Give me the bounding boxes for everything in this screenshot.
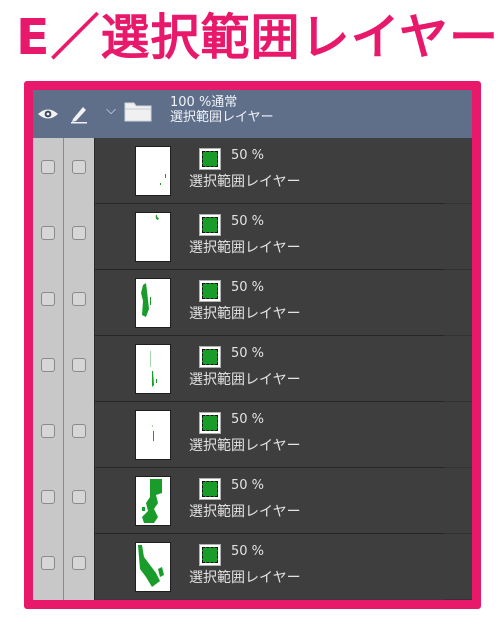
- layer-row[interactable]: 50 % 選択範囲レイヤー: [33, 468, 472, 534]
- layer-row[interactable]: 50 % 選択範囲レイヤー: [33, 402, 472, 468]
- layer-name: 選択範囲レイヤー: [189, 306, 301, 322]
- visibility-header[interactable]: [33, 90, 63, 138]
- page-title: E／選択範囲レイヤー: [16, 9, 500, 66]
- thumbnail-image: [142, 479, 162, 523]
- selection-layer-icon: [199, 214, 221, 236]
- visibility-checkbox[interactable]: [41, 424, 55, 438]
- lock-checkbox[interactable]: [72, 160, 86, 174]
- layer-thumbnail: [135, 410, 171, 460]
- visibility-checkbox[interactable]: [41, 160, 55, 174]
- visibility-checkbox[interactable]: [41, 490, 55, 504]
- layer-opacity: 50 %: [231, 544, 265, 559]
- layer-name: 選択範囲レイヤー: [189, 570, 301, 586]
- visibility-checkbox[interactable]: [41, 358, 55, 372]
- layer-opacity: 50 %: [231, 346, 265, 361]
- visibility-checkbox[interactable]: [41, 226, 55, 240]
- layer-thumbnail: [135, 344, 171, 394]
- folder-info: 100 %通常 選択範囲レイヤー: [170, 95, 274, 125]
- layer-name: 選択範囲レイヤー: [189, 372, 301, 388]
- selection-layer-icon: [199, 544, 221, 566]
- folder-opacity-blend: 100 %通常: [170, 95, 238, 110]
- layer-row[interactable]: 50 % 選択範囲レイヤー: [33, 336, 472, 402]
- selection-layer-icon: [199, 148, 221, 170]
- layer-thumbnail: [135, 542, 171, 592]
- layer-row[interactable]: 50 % 選択範囲レイヤー: [33, 138, 472, 204]
- lock-checkbox[interactable]: [72, 424, 86, 438]
- selection-layer-icon: [199, 478, 221, 500]
- lock-checkbox[interactable]: [72, 358, 86, 372]
- visibility-checkbox[interactable]: [41, 556, 55, 570]
- layer-thumbnail: [135, 278, 171, 328]
- layer-name: 選択範囲レイヤー: [189, 240, 301, 256]
- layer-row[interactable]: 50 % 選択範囲レイヤー: [33, 204, 472, 270]
- selection-layer-icon: [199, 280, 221, 302]
- layer-opacity: 50 %: [231, 478, 265, 493]
- layer-panel: ⌵ 100 %通常 選択範囲レイヤー 50 % 選択範囲レイヤー 50 % 選択…: [33, 90, 472, 600]
- layer-opacity: 50 %: [231, 280, 265, 295]
- thumbnail-image: [160, 174, 166, 185]
- layer-opacity: 50 %: [231, 148, 265, 163]
- thumbnail-image: [152, 425, 154, 441]
- eye-icon: [38, 109, 58, 119]
- layer-thumbnail: [135, 476, 171, 526]
- layer-thumbnail: [135, 146, 171, 196]
- thumbnail-image: [150, 351, 157, 387]
- layer-thumbnail: [135, 212, 171, 262]
- layer-row[interactable]: 50 % 選択範囲レイヤー: [33, 534, 472, 600]
- lock-header[interactable]: [64, 90, 94, 138]
- lock-checkbox[interactable]: [72, 226, 86, 240]
- lock-checkbox[interactable]: [72, 292, 86, 306]
- lock-checkbox[interactable]: [72, 490, 86, 504]
- layer-row[interactable]: 50 % 選択範囲レイヤー: [33, 270, 472, 336]
- visibility-checkbox[interactable]: [41, 292, 55, 306]
- layer-panel-frame: ⌵ 100 %通常 選択範囲レイヤー 50 % 選択範囲レイヤー 50 % 選択…: [24, 81, 481, 609]
- thumbnail-image: [155, 215, 159, 220]
- layer-name: 選択範囲レイヤー: [189, 504, 301, 520]
- chevron-down-icon[interactable]: ⌵: [103, 101, 119, 121]
- folder-name: 選択範囲レイヤー: [170, 110, 274, 125]
- pen-icon: [71, 107, 87, 124]
- layer-opacity: 50 %: [231, 412, 265, 427]
- lock-checkbox[interactable]: [72, 556, 86, 570]
- thumbnail-image: [141, 283, 151, 317]
- layer-name: 選択範囲レイヤー: [189, 438, 301, 454]
- selection-layer-icon: [199, 412, 221, 434]
- thumbnail-image: [138, 545, 164, 587]
- layer-name: 選択範囲レイヤー: [189, 174, 301, 190]
- folder-icon: [124, 102, 152, 122]
- selection-layer-icon: [199, 346, 221, 368]
- layer-opacity: 50 %: [231, 214, 265, 229]
- layer-folder-row[interactable]: ⌵ 100 %通常 選択範囲レイヤー: [33, 90, 472, 138]
